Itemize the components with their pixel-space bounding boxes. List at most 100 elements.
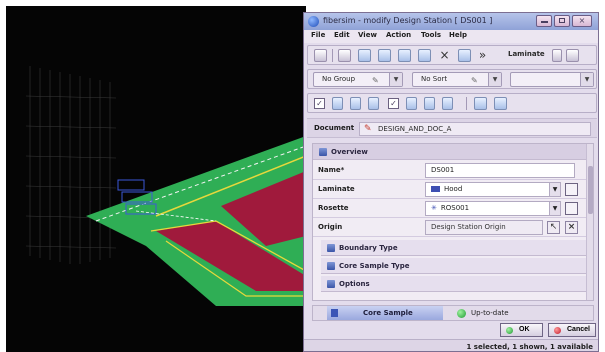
select-icon[interactable]	[332, 97, 343, 110]
menu-action[interactable]: Action	[386, 31, 411, 39]
selection-status-footer: 1 selected, 1 shown, 1 available	[304, 339, 598, 351]
laminate-browse-icon[interactable]	[566, 49, 579, 62]
extra-combo[interactable]: ▼	[510, 72, 594, 87]
sort-combo-value: No Sort	[421, 75, 448, 83]
more-icon[interactable]: »	[476, 49, 489, 62]
section-boundary-type[interactable]: Boundary Type	[321, 240, 587, 256]
green-dot-icon	[506, 327, 513, 334]
fibersim-logo-icon	[308, 16, 319, 27]
section-core-sample-type-label: Core Sample Type	[339, 262, 410, 270]
ok-button[interactable]: OK	[500, 323, 543, 337]
section-options-label: Options	[339, 280, 370, 288]
name-row: Name* DS001	[313, 161, 587, 180]
laminate-select[interactable]: Hood ▼	[425, 182, 561, 197]
rosette-label: Rosette	[318, 204, 349, 212]
maximize-icon	[559, 18, 565, 23]
section-options[interactable]: Options	[321, 276, 587, 292]
new-document-icon[interactable]	[338, 49, 351, 62]
design-station-dialog: fibersim - modify Design Station [ DS001…	[303, 12, 599, 352]
red-dot-icon	[554, 327, 561, 334]
window-title: fibersim - modify Design Station [ DS001…	[323, 16, 493, 25]
select-all-checkbox[interactable]: ✓	[314, 98, 325, 109]
filter-toolbar: No Group ✎ ▼ No Sort ✎ ▼ ▼	[307, 69, 597, 89]
section-collapse-icon	[319, 148, 327, 156]
title-bar[interactable]: fibersim - modify Design Station [ DS001…	[304, 13, 598, 30]
chevron-down-icon[interactable]: ▼	[488, 73, 501, 86]
status-text: Up-to-date	[471, 309, 509, 317]
name-label: Name*	[318, 166, 345, 174]
laminate-value: Hood	[444, 185, 463, 193]
delete-icon[interactable]: ×	[438, 49, 451, 62]
tree-view-icon[interactable]	[474, 97, 487, 110]
maximize-button[interactable]	[554, 15, 570, 27]
group-combo[interactable]: No Group ✎ ▼	[313, 72, 403, 87]
main-toolbar: × » Laminate	[307, 45, 597, 65]
rosette-browse-button[interactable]	[565, 202, 578, 215]
close-icon: ×	[578, 16, 586, 25]
object-type-tab[interactable]: Core Sample	[327, 306, 443, 320]
object-type-label: Core Sample	[363, 309, 413, 317]
paste-icon[interactable]	[398, 49, 411, 62]
select-shown-checkbox[interactable]: ✓	[388, 98, 399, 109]
menu-tools[interactable]: Tools	[421, 31, 441, 39]
scroll-thumb[interactable]	[588, 166, 593, 214]
copy-icon[interactable]	[378, 49, 391, 62]
section-core-sample-type[interactable]: Core Sample Type	[321, 258, 587, 274]
origin-row: Origin Design Station Origin ↖ ×	[313, 218, 587, 237]
link-icon[interactable]	[458, 49, 471, 62]
selection-toolbar: ✓ ✓	[307, 93, 597, 113]
filter-children-icon[interactable]	[442, 97, 453, 110]
core-sample-icon	[331, 309, 338, 317]
panel-scrollbar[interactable]	[586, 144, 593, 300]
green-status-icon	[457, 309, 466, 318]
cancel-label: Cancel	[567, 326, 590, 333]
cut-icon[interactable]	[358, 49, 371, 62]
edit-pencil-icon: ✎	[471, 76, 478, 85]
name-input[interactable]: DS001	[425, 163, 575, 178]
chevron-down-icon[interactable]: ▼	[389, 73, 402, 86]
group-combo-value: No Group	[322, 75, 356, 83]
rosette-select[interactable]: ✳ ROS001 ▼	[425, 201, 561, 216]
filter-similar-icon[interactable]	[424, 97, 435, 110]
chevron-down-icon[interactable]: ▼	[580, 73, 593, 86]
edit-pencil-icon: ✎	[372, 76, 379, 85]
object-status-bar: Core Sample Up-to-date	[312, 305, 594, 321]
laminate-dropdown-arrow-icon[interactable]	[552, 49, 562, 62]
cancel-button[interactable]: Cancel	[548, 323, 596, 337]
document-label: Document	[314, 124, 355, 132]
select-children-icon[interactable]	[368, 97, 379, 110]
cad-viewport[interactable]	[6, 6, 306, 352]
clear-x-icon[interactable]: ×	[565, 221, 578, 234]
rosette-row: Rosette ✳ ROS001 ▼	[313, 199, 587, 218]
toolbar-separator	[466, 97, 467, 110]
sort-combo[interactable]: No Sort ✎ ▼	[412, 72, 502, 87]
selection-summary: 1 selected, 1 shown, 1 available	[466, 343, 593, 351]
rosette-axis-icon: ✳	[431, 204, 437, 212]
minimize-icon	[540, 21, 548, 23]
chevron-down-icon[interactable]: ▼	[549, 183, 560, 196]
menu-file[interactable]: File	[311, 31, 325, 39]
origin-field[interactable]: Design Station Origin	[425, 220, 543, 235]
close-button[interactable]: ×	[572, 15, 592, 27]
chevron-down-icon[interactable]: ▼	[549, 202, 560, 215]
page-icon[interactable]	[314, 49, 327, 62]
pick-cursor-icon[interactable]: ↖	[547, 221, 560, 234]
section-expand-icon	[327, 244, 335, 252]
menu-edit[interactable]: Edit	[334, 31, 350, 39]
origin-label: Origin	[318, 223, 343, 231]
paste-special-icon[interactable]	[418, 49, 431, 62]
document-field[interactable]: ✎ DESIGN_AND_DOC_A	[359, 122, 591, 136]
filter-select-icon[interactable]	[406, 97, 417, 110]
rosette-value: ROS001	[440, 204, 470, 212]
menu-help[interactable]: Help	[449, 31, 467, 39]
minimize-button[interactable]	[536, 15, 552, 27]
document-value: DESIGN_AND_DOC_A	[378, 125, 452, 133]
select-similar-icon[interactable]	[350, 97, 361, 110]
section-overview[interactable]: Overview	[313, 144, 587, 160]
document-row: Document ✎ DESIGN_AND_DOC_A	[307, 118, 597, 138]
document-pencil-icon: ✎	[364, 124, 372, 134]
menu-view[interactable]: View	[358, 31, 377, 39]
laminate-browse-button[interactable]	[565, 183, 578, 196]
hierarchy-icon[interactable]	[494, 97, 507, 110]
section-overview-label: Overview	[331, 148, 368, 156]
